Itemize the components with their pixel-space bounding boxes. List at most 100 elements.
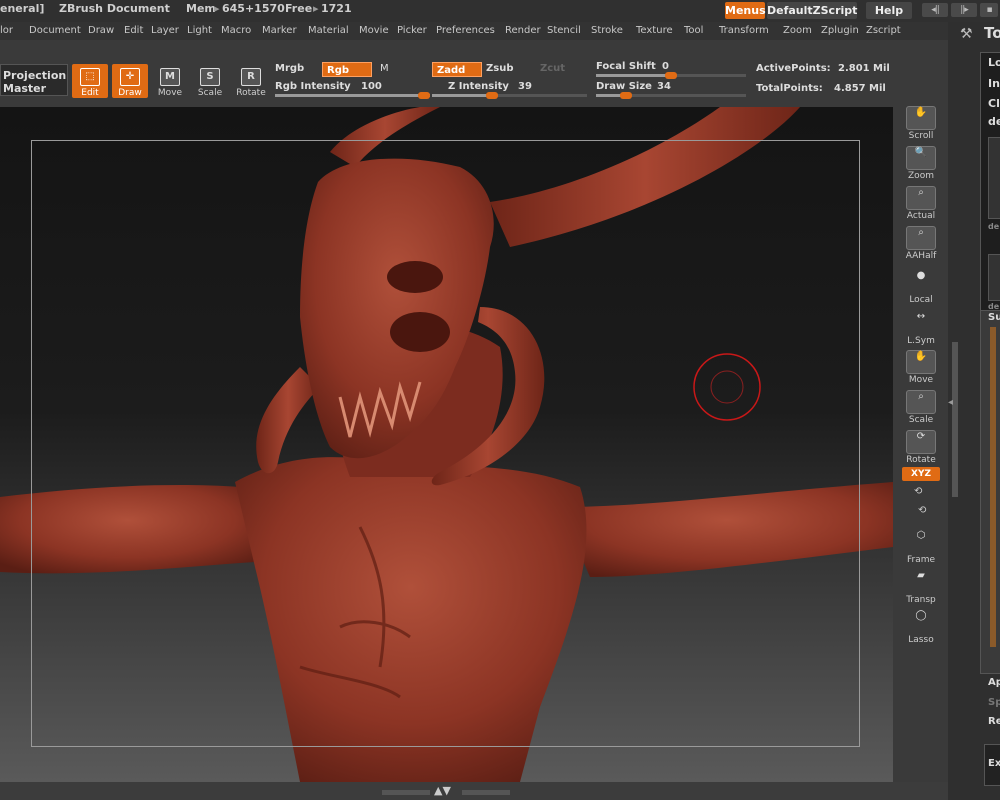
z-intensity-slider[interactable] <box>432 92 587 99</box>
y-axis-rotate-icon[interactable]: ⟲ <box>914 486 922 497</box>
move-hand-icon: ✋ <box>906 350 936 374</box>
tool-panel: ⚒ To Lo In Cl de de de Su Ap Sp Re Ex ◂ <box>948 22 1000 800</box>
menu-zoom[interactable]: Zoom <box>783 25 812 36</box>
draw-button[interactable]: ✛ Draw <box>112 64 148 98</box>
help-button[interactable]: Help <box>866 2 912 19</box>
menu-draw[interactable]: Draw <box>88 25 114 36</box>
subtool-scrollbar[interactable] <box>990 327 996 647</box>
m-button[interactable]: M <box>380 63 389 74</box>
import-button[interactable]: In <box>988 77 1000 90</box>
load-tool-button[interactable]: Lo <box>988 56 1000 69</box>
menus-button[interactable]: Menus <box>725 2 766 19</box>
rotate-view-button[interactable]: ⟳ Rotate <box>904 430 938 466</box>
xyz-button[interactable]: XYZ <box>902 467 940 481</box>
draw-size-label: Draw Size <box>596 81 652 92</box>
transp-button[interactable]: ▰ Transp <box>904 570 938 606</box>
rgb-button[interactable]: Rgb <box>322 62 372 77</box>
rgb-intensity-slider[interactable] <box>275 92 430 99</box>
panel-scrollbar[interactable] <box>952 342 958 497</box>
menu-macro[interactable]: Macro <box>221 25 251 36</box>
menu-marker[interactable]: Marker <box>262 25 297 36</box>
projection-master-line2: Master <box>3 82 47 95</box>
menu-zplugin[interactable]: Zplugin <box>821 25 859 36</box>
tool-thumbnail[interactable] <box>988 137 1000 219</box>
layout-scroll-left-icon[interactable]: ◂|| <box>922 3 948 17</box>
bottom-grip-right[interactable] <box>462 790 510 795</box>
rename-button[interactable]: Re <box>988 716 1000 727</box>
edit-button[interactable]: ⬚ Edit <box>72 64 108 98</box>
canvas-viewport[interactable] <box>0 107 893 782</box>
menu-render[interactable]: Render <box>505 25 541 36</box>
menu-color[interactable]: lor <box>0 25 13 36</box>
focal-shift-value: 0 <box>662 61 669 72</box>
menu-stroke[interactable]: Stroke <box>591 25 623 36</box>
active-points-value: 2.801 <box>838 63 870 74</box>
tool-name: de <box>988 115 1000 128</box>
append-button[interactable]: Ap <box>988 677 1000 688</box>
bottom-grip-left[interactable] <box>382 790 430 795</box>
menu-document[interactable]: Document <box>29 25 81 36</box>
subtool-header[interactable]: Su <box>988 312 1000 323</box>
menu-light[interactable]: Light <box>187 25 212 36</box>
extract-button[interactable]: Ex <box>988 758 1000 769</box>
menu-stencil[interactable]: Stencil <box>547 25 581 36</box>
tool-thumb-label: de <box>988 222 1000 231</box>
focal-shift-slider[interactable] <box>596 72 746 79</box>
document-frame <box>31 140 860 747</box>
bottom-expand-icon[interactable]: ▲▼ <box>434 784 451 797</box>
move-button[interactable]: M Move <box>152 64 188 98</box>
menu-material[interactable]: Material <box>308 25 349 36</box>
scale-icon: S <box>200 68 220 86</box>
projection-master-button[interactable]: Projection Master <box>0 64 68 96</box>
menu-zscript[interactable]: Zscript <box>866 25 901 36</box>
scroll-button[interactable]: ✋ Scroll <box>904 106 938 142</box>
rotate-icon: R <box>241 68 261 86</box>
menu-texture[interactable]: Texture <box>636 25 673 36</box>
menu-edit[interactable]: Edit <box>124 25 143 36</box>
edit-icon: ⬚ <box>80 68 100 86</box>
zoom-button[interactable]: 🔍 Zoom <box>904 146 938 182</box>
menu-tool[interactable]: Tool <box>684 25 703 36</box>
layout-toggle-icon[interactable]: ▪ <box>980 3 998 17</box>
rotate-arrows-icon: ⟳ <box>906 430 936 454</box>
scroll-hand-icon: ✋ <box>906 106 936 130</box>
active-points-label: ActivePoints: <box>756 63 831 74</box>
default-zscript-button[interactable]: DefaultZScript <box>767 2 857 19</box>
scale-view-button[interactable]: ⌕ Scale <box>904 390 938 426</box>
focal-shift-label: Focal Shift <box>596 61 656 72</box>
mrgb-button[interactable]: Mrgb <box>275 63 304 74</box>
local-button[interactable]: ● Local <box>904 270 938 306</box>
zoom-label: Zoom <box>908 171 934 181</box>
layout-scroll-right-icon[interactable]: ||▸ <box>951 3 977 17</box>
clone-button[interactable]: Cl <box>988 97 1000 110</box>
z-intensity-label: Z Intensity <box>448 81 509 92</box>
menu-transform[interactable]: Transform <box>719 25 769 36</box>
frame-button[interactable]: ⬡ Frame <box>904 530 938 566</box>
free-arrow-icon: ▸ <box>313 2 319 15</box>
panel-collapse-icon[interactable]: ◂ <box>948 397 953 408</box>
menu-preferences[interactable]: Preferences <box>436 25 495 36</box>
menu-picker[interactable]: Picker <box>397 25 427 36</box>
lsym-button[interactable]: ↔ L.Sym <box>904 311 938 347</box>
actual-button[interactable]: ⌕ Actual <box>904 186 938 222</box>
lasso-button[interactable]: ◯ Lasso <box>904 610 938 646</box>
split-button[interactable]: Sp <box>988 697 1000 708</box>
zsub-button[interactable]: Zsub <box>486 63 513 74</box>
scale-button[interactable]: S Scale <box>192 64 228 98</box>
scale-label: Scale <box>197 88 223 98</box>
draw-label: Draw <box>118 88 142 98</box>
pin-icon[interactable]: ⚒ <box>960 26 973 42</box>
zcut-button[interactable]: Zcut <box>540 63 565 74</box>
zadd-button[interactable]: Zadd <box>432 62 482 77</box>
tool-thumbnail-2[interactable] <box>988 254 1000 301</box>
free-label: Free <box>285 2 313 15</box>
menu-layer[interactable]: Layer <box>151 25 179 36</box>
rotate-button[interactable]: R Rotate <box>233 64 269 98</box>
z-intensity-value: 39 <box>518 81 532 92</box>
mem-label: Mem <box>186 2 216 15</box>
draw-size-slider[interactable] <box>596 92 746 99</box>
z-axis-rotate-icon[interactable]: ⟲ <box>918 505 926 516</box>
menu-movie[interactable]: Movie <box>359 25 389 36</box>
move-view-button[interactable]: ✋ Move <box>904 350 938 386</box>
aahalf-button[interactable]: ⌕ AAHalf <box>904 226 938 262</box>
